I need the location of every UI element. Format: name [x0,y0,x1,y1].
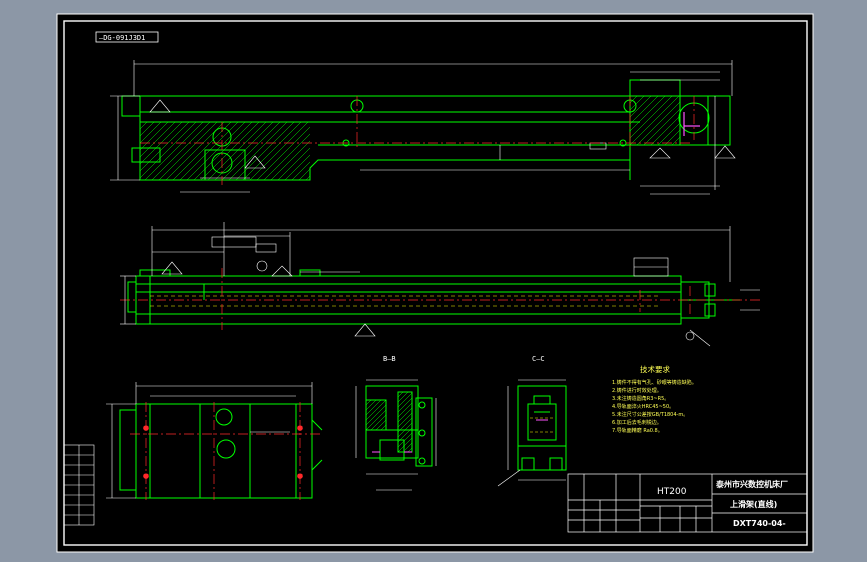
tech-note-6: 6.加工后去毛刺锐边。 [612,419,662,426]
title-block-company: 泰州市兴数控机床厂 [715,479,788,489]
tech-notes-title: 技术要求 [640,364,670,374]
tech-note-7: 7.导轨面精磨 Ra0.8。 [612,427,663,434]
title-block-part-name: 上滑架(直线) [730,499,777,509]
tech-note-3: 3.未注铸造圆角R3~R5。 [612,395,669,402]
tech-note-1: 1.铸件不得有气孔、砂眼等铸造缺陷。 [612,379,697,386]
tech-note-4: 4.导轨面淬火HRC45~50。 [612,403,674,410]
sheet-background [57,14,813,552]
section-c-label: C—C [532,355,545,363]
cad-viewport[interactable]: —DG-091J3D1 B—B C—C 技术要求 1.铸件不得有气孔、砂眼等铸造… [0,0,867,562]
tech-note-5: 5.未注尺寸公差按GB/T1804-m。 [612,411,688,418]
drawing-number-text: —DG-091J3D1 [99,34,145,42]
title-block-drawing-number: DXT740-04- [733,519,786,528]
drawing-sheet: —DG-091J3D1 B—B C—C 技术要求 1.铸件不得有气孔、砂眼等铸造… [56,13,814,553]
tech-note-2: 2.铸件进行时效处理。 [612,387,662,394]
section-b-label: B—B [383,355,396,363]
title-block-material: HT200 [657,487,687,497]
